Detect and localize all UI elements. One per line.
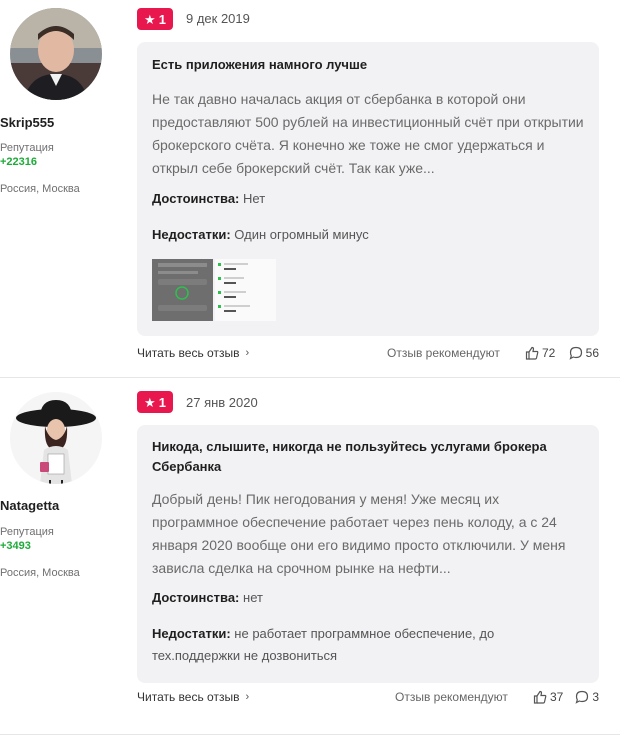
rating-value: 1 [158, 11, 166, 27]
review-body: Добрый день! Пик негодования у меня! Уже… [152, 491, 566, 576]
review-footer: Читать весь отзыв › Отзыв рекомендуют 37… [137, 690, 599, 710]
likes-count: 37 [550, 690, 564, 704]
like-button[interactable]: 37 [533, 690, 563, 704]
like-button[interactable]: 72 [525, 346, 555, 360]
read-more-label: Читать весь отзыв [137, 690, 240, 704]
read-more-label: Читать весь отзыв [137, 346, 240, 360]
review-date: 27 янв 2020 [186, 395, 258, 410]
recommend-label: Отзыв рекомендуют [395, 690, 508, 704]
cons-label: Недостатки: [152, 227, 231, 242]
comment-icon [575, 690, 589, 704]
star-icon: ★ [144, 11, 156, 27]
rating-badge: ★ 1 [137, 8, 173, 30]
photo-thumbnails [152, 259, 276, 321]
username[interactable]: Natagetta [0, 498, 112, 513]
cons: Недостатки: не работает программное обес… [152, 623, 584, 667]
reputation-value: +3493 [0, 540, 31, 552]
rating-badge: ★ 1 [137, 391, 173, 413]
location: Россия, Москва [0, 567, 80, 579]
username[interactable]: Skrip555 [0, 115, 112, 130]
review-title[interactable]: Есть приложения намного лучше [152, 55, 584, 75]
chevron-right-icon: › [245, 691, 250, 703]
comments-count: 56 [585, 346, 599, 360]
avatar[interactable] [10, 392, 102, 484]
rating-value: 1 [158, 394, 166, 410]
review-item: Skrip555 Репутация +22316 Россия, Москва… [0, 0, 620, 378]
pros-value: нет [243, 590, 263, 605]
avatar[interactable] [10, 8, 102, 100]
reputation-value: +22316 [0, 156, 38, 168]
location: Россия, Москва [0, 183, 80, 195]
reputation-label: Репутация [0, 526, 54, 538]
pros: Достоинства: Нет [152, 188, 584, 210]
pros-label: Достоинства: [152, 590, 240, 605]
pros: Достоинства: нет [152, 587, 584, 609]
review-date: 9 дек 2019 [186, 11, 250, 26]
review-footer: Читать весь отзыв › Отзыв рекомендуют 72… [137, 346, 599, 366]
review-card[interactable]: Никода, слышите, никогда не пользуйтесь … [137, 425, 599, 683]
review-item: Natagetta Репутация +3493 Россия, Москва… [0, 378, 620, 735]
star-icon: ★ [144, 394, 156, 410]
cons-label: Недостатки: [152, 626, 231, 641]
review-title[interactable]: Никода, слышите, никогда не пользуйтесь … [152, 437, 584, 477]
comments-button[interactable]: 3 [575, 690, 599, 704]
thumbs-up-icon [533, 690, 547, 704]
pros-label: Достоинства: [152, 191, 240, 206]
pros-value: Нет [243, 191, 266, 206]
photo-thumbnail[interactable] [152, 259, 213, 321]
read-more-link[interactable]: Читать весь отзыв › [137, 346, 249, 360]
thumbs-up-icon [525, 346, 539, 360]
recommend-label: Отзыв рекомендуют [387, 346, 500, 360]
cons-value: Один огромный минус [234, 227, 369, 242]
read-more-link[interactable]: Читать весь отзыв › [137, 690, 249, 704]
review-card[interactable]: Есть приложения намного лучше Не так дав… [137, 42, 599, 336]
cons: Недостатки: Один огромный минус [152, 224, 584, 246]
reputation-label: Репутация [0, 142, 54, 154]
comments-count: 3 [592, 690, 599, 704]
review-body: Не так давно началась акция от сбербанка… [152, 91, 584, 176]
comment-icon [569, 346, 582, 360]
comments-button[interactable]: 56 [569, 346, 599, 360]
likes-count: 72 [542, 346, 556, 360]
photo-thumbnail[interactable] [215, 259, 276, 321]
chevron-right-icon: › [245, 347, 250, 359]
